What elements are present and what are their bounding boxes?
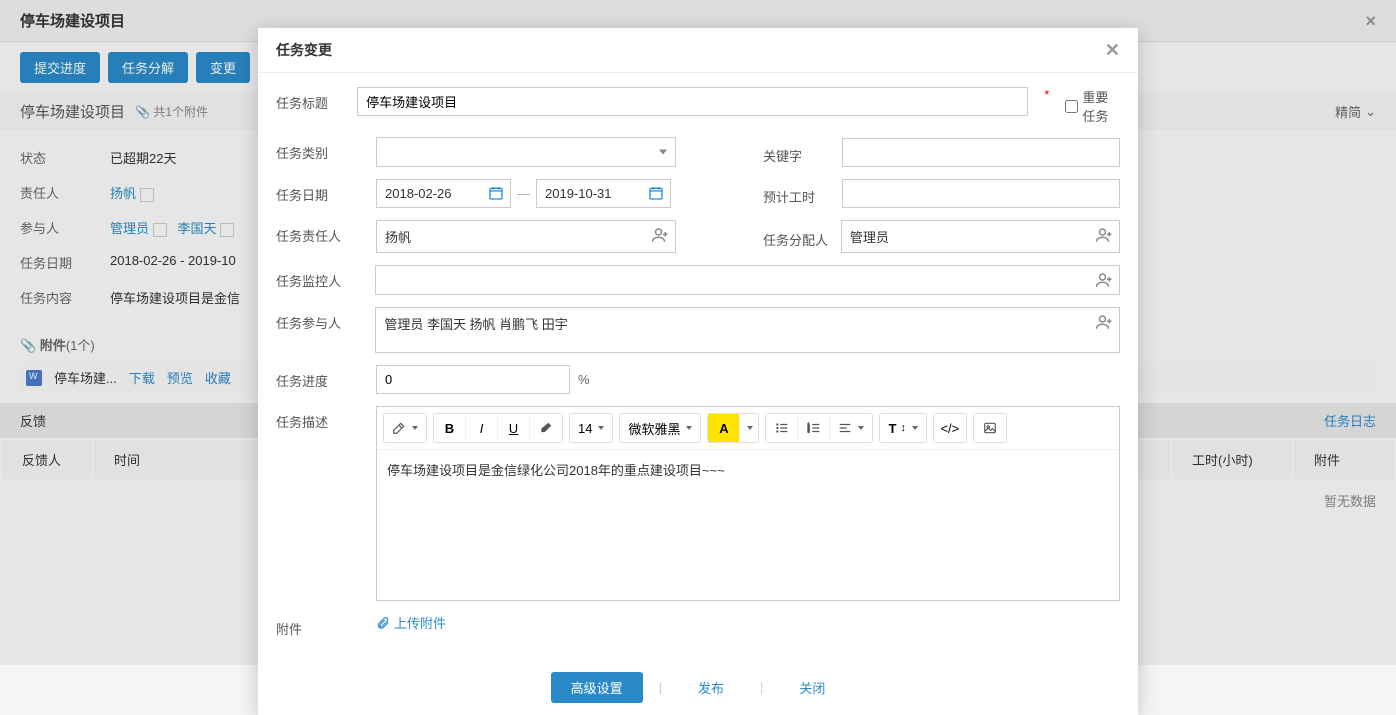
advanced-settings-button[interactable]: 高级设置	[551, 672, 643, 703]
caret-down-icon	[686, 426, 692, 430]
caret-down-icon	[747, 426, 753, 430]
svg-text:3: 3	[808, 430, 810, 434]
participant-input[interactable]: 管理员 李国天 扬帆 肖鹏飞 田宇	[375, 307, 1120, 353]
start-date-input[interactable]: 2018-02-26	[376, 179, 511, 208]
description-label: 任务描述	[276, 406, 366, 431]
keyword-label: 关键字	[763, 140, 832, 165]
add-person-icon[interactable]	[651, 226, 669, 244]
clip-icon	[376, 616, 390, 630]
dropdown-arrow-icon	[659, 150, 667, 155]
modal-close-icon[interactable]: ✕	[1105, 41, 1120, 59]
progress-label: 任务进度	[276, 365, 366, 390]
add-person-icon[interactable]	[1095, 271, 1113, 289]
calendar-icon[interactable]	[488, 185, 504, 201]
assigner-label: 任务分配人	[763, 224, 831, 249]
separator: |	[760, 680, 763, 695]
rich-text-editor: B I U 14 微软雅黑 A	[376, 406, 1120, 601]
date-label: 任务日期	[276, 179, 366, 204]
important-label: 重要任务	[1082, 87, 1120, 125]
rte-underline-button[interactable]: U	[498, 414, 530, 442]
add-person-icon[interactable]	[1095, 313, 1113, 331]
rte-italic-button[interactable]: I	[466, 414, 498, 442]
publish-button[interactable]: 发布	[678, 672, 744, 703]
upload-attachment-link[interactable]: 上传附件	[376, 613, 446, 632]
modal-header: 任务变更 ✕	[258, 28, 1138, 73]
important-checkbox[interactable]	[1065, 100, 1078, 113]
assigner-input[interactable]: 管理员	[841, 220, 1120, 253]
task-change-modal: 任务变更 ✕ 任务标题 * 重要任务 任务类别 关键字	[258, 28, 1138, 715]
category-select[interactable]	[376, 137, 676, 167]
end-date-input[interactable]: 2019-10-31	[536, 179, 671, 208]
task-title-input[interactable]	[357, 87, 1028, 116]
rte-fontsize-select[interactable]: 14	[570, 414, 612, 442]
participant-label: 任务参与人	[276, 307, 365, 332]
modal-title: 任务变更	[276, 40, 332, 60]
separator: |	[659, 680, 662, 695]
task-title-label: 任务标题	[276, 87, 347, 112]
progress-input[interactable]	[376, 365, 570, 394]
caret-down-icon	[598, 426, 604, 430]
caret-down-icon	[912, 426, 918, 430]
rte-toolbar: B I U 14 微软雅黑 A	[377, 407, 1119, 450]
monitor-label: 任务监控人	[276, 265, 365, 290]
owner-input[interactable]: 扬帆	[376, 220, 676, 253]
keyword-input[interactable]	[842, 138, 1120, 167]
rte-image-button[interactable]	[974, 414, 1006, 442]
rte-ul-button[interactable]	[766, 414, 798, 442]
rte-paragraph-button[interactable]: T↕	[880, 414, 925, 442]
modal-footer: 高级设置 | 发布 | 关闭	[258, 660, 1138, 715]
modal-body: 任务标题 * 重要任务 任务类别 关键字 任务日期	[258, 73, 1138, 660]
monitor-input[interactable]	[375, 265, 1120, 295]
rte-textcolor-button[interactable]: A	[708, 414, 740, 442]
important-checkbox-wrap[interactable]: 重要任务	[1065, 87, 1120, 125]
caret-down-icon	[858, 426, 864, 430]
calendar-icon[interactable]	[648, 185, 664, 201]
est-hours-label: 预计工时	[763, 181, 832, 206]
est-hours-input[interactable]	[842, 179, 1120, 208]
add-person-icon[interactable]	[1095, 226, 1113, 244]
caret-down-icon	[412, 426, 418, 430]
category-label: 任务类别	[276, 137, 366, 162]
rte-ol-button[interactable]: 123	[798, 414, 830, 442]
rte-code-button[interactable]: </>	[934, 414, 966, 442]
rte-textcolor-dropdown[interactable]	[740, 414, 758, 442]
attachment-label: 附件	[276, 613, 366, 638]
rte-fontfamily-select[interactable]: 微软雅黑	[620, 414, 700, 442]
close-button[interactable]: 关闭	[779, 672, 845, 703]
rte-magic-button[interactable]	[384, 414, 426, 442]
rte-content-area[interactable]: 停车场建设项目是金信绿化公司2018年的重点建设项目~~~	[377, 450, 1119, 600]
rte-eraser-button[interactable]	[530, 414, 562, 442]
rte-align-button[interactable]	[830, 414, 872, 442]
percent-sign: %	[578, 372, 590, 387]
owner-label: 任务责任人	[276, 220, 366, 245]
required-mark: *	[1044, 87, 1049, 102]
date-separator: —	[517, 186, 530, 201]
rte-bold-button[interactable]: B	[434, 414, 466, 442]
